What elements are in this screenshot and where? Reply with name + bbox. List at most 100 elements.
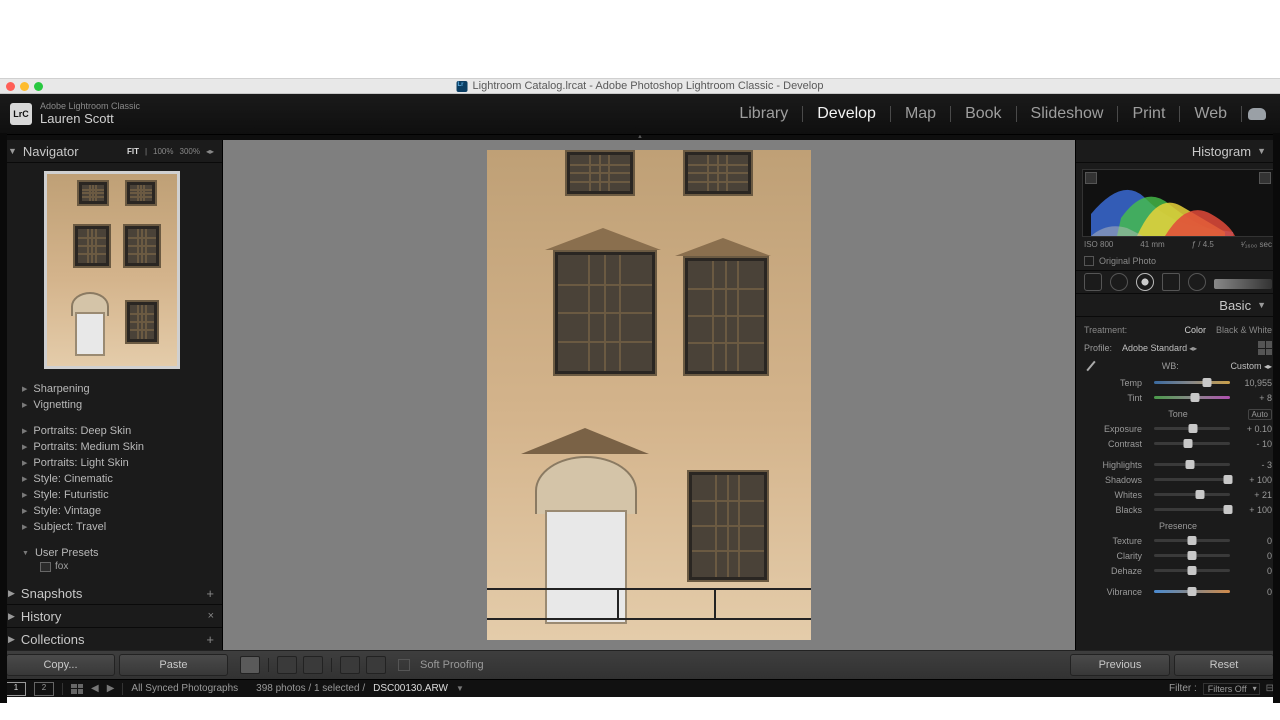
graduated-filter-icon[interactable] <box>1214 279 1272 289</box>
preset-group[interactable]: ▶Style: Cinematic <box>0 471 222 487</box>
dehaze-slider[interactable] <box>1154 569 1230 572</box>
contrast-slider[interactable] <box>1154 442 1230 445</box>
nav-back-icon[interactable]: ◀ <box>91 683 99 694</box>
cloud-sync-icon[interactable] <box>1248 108 1266 120</box>
preset-group[interactable]: ▶Style: Vintage <box>0 503 222 519</box>
image-canvas[interactable] <box>223 140 1075 650</box>
spot-removal-tool-icon[interactable] <box>1110 273 1128 291</box>
vibrance-slider[interactable] <box>1154 590 1230 593</box>
profile-row[interactable]: Profile: Adobe Standard ◂▸ <box>1084 339 1272 357</box>
module-book[interactable]: Book <box>951 105 1015 123</box>
treatment-row: Treatment: Color Black & White <box>1084 321 1272 339</box>
temp-slider[interactable] <box>1154 381 1230 384</box>
histogram-display[interactable] <box>1082 169 1274 237</box>
blacks-slider[interactable] <box>1154 508 1230 511</box>
grid-view-icon[interactable] <box>71 684 83 694</box>
left-panel-edge[interactable] <box>0 133 7 703</box>
exposure-slider[interactable] <box>1154 427 1230 430</box>
module-library[interactable]: Library <box>725 105 802 123</box>
filmstrip-count: 398 photos / 1 selected / <box>256 683 365 694</box>
snapshots-header[interactable]: ▶Snapshots+ <box>0 582 222 605</box>
preset-group[interactable]: ▶Vignetting <box>0 397 222 413</box>
filmstrip-bar: 1 2 ◀ ▶ All Synced Photographs 398 photo… <box>0 679 1280 697</box>
survey-view-button[interactable] <box>366 656 386 674</box>
navigator-title: Navigator <box>23 144 79 159</box>
history-header[interactable]: ▶History× <box>0 605 222 628</box>
nav-forward-icon[interactable]: ▶ <box>107 683 115 694</box>
add-snapshot-icon[interactable]: + <box>206 586 214 601</box>
window-minimize-traffic-light[interactable] <box>20 82 29 91</box>
preset-group[interactable]: ▶Portraits: Deep Skin <box>0 423 222 439</box>
preview-image <box>487 150 811 640</box>
preset-group-user[interactable]: ▼User Presets <box>0 545 222 561</box>
module-slideshow[interactable]: Slideshow <box>1017 105 1118 123</box>
texture-slider[interactable] <box>1154 539 1230 542</box>
user-name: Lauren Scott <box>40 112 140 126</box>
highlights-slider[interactable] <box>1154 463 1230 466</box>
histogram-header[interactable]: Histogram▼ <box>1076 140 1280 163</box>
filter-label: Filter : <box>1169 683 1197 694</box>
wb-eyedropper-icon[interactable] <box>1084 359 1098 373</box>
clear-history-icon[interactable]: × <box>208 610 214 622</box>
treatment-color[interactable]: Color <box>1184 325 1206 335</box>
original-photo-toggle[interactable]: Original Photo <box>1076 254 1280 270</box>
filter-dropdown[interactable]: Filters Off <box>1203 683 1260 695</box>
tint-slider[interactable] <box>1154 396 1230 399</box>
preset-group[interactable]: ▶Subject: Travel <box>0 519 222 535</box>
shadows-slider[interactable] <box>1154 478 1230 481</box>
navigator-header[interactable]: ▼ Navigator FIT | 100% 300% ◂▸ <box>0 140 222 163</box>
whites-slider[interactable] <box>1154 493 1230 496</box>
collections-header[interactable]: ▶Collections+ <box>0 628 222 650</box>
navigator-thumbnail[interactable] <box>44 171 180 369</box>
identity-plate: LrC Adobe Lightroom Classic Lauren Scott… <box>0 94 1280 135</box>
loupe-view-button[interactable] <box>240 656 260 674</box>
filmstrip-source[interactable]: All Synced Photographs <box>131 683 238 694</box>
module-develop[interactable]: Develop <box>803 105 890 123</box>
histogram-metadata: ISO 800 41 mm ƒ / 4.5 ¹⁄₁₆₀₀ sec <box>1082 237 1274 252</box>
previous-button[interactable]: Previous <box>1070 654 1170 676</box>
presets-panel: ▶Sharpening ▶Vignetting ▶Portraits: Deep… <box>0 377 222 582</box>
preset-group[interactable]: ▶Sharpening <box>0 381 222 397</box>
module-print[interactable]: Print <box>1118 105 1179 123</box>
compare-view-button[interactable] <box>340 656 360 674</box>
preset-item[interactable]: fox <box>0 561 222 572</box>
reset-button[interactable]: Reset <box>1174 654 1274 676</box>
filmstrip-filename[interactable]: DSC00130.ARW <box>373 683 448 694</box>
basic-panel-header[interactable]: Basic▼ <box>1076 294 1280 317</box>
right-panel-edge[interactable] <box>1273 133 1280 703</box>
redeye-tool-icon[interactable] <box>1162 273 1180 291</box>
masking-tool-icon[interactable] <box>1136 273 1154 291</box>
primary-display-button[interactable]: 1 <box>6 682 26 696</box>
navigator-zoom-controls[interactable]: FIT | 100% 300% ◂▸ <box>127 147 214 156</box>
clarity-slider[interactable] <box>1154 554 1230 557</box>
preset-group[interactable]: ▶Style: Futuristic <box>0 487 222 503</box>
preset-group[interactable]: ▶Portraits: Light Skin <box>0 455 222 471</box>
module-picker: Library Develop Map Book Slideshow Print… <box>725 105 1270 123</box>
app-icon <box>457 81 468 92</box>
auto-tone-button[interactable]: Auto <box>1248 409 1272 420</box>
preset-group[interactable]: ▶Portraits: Medium Skin <box>0 439 222 455</box>
window-close-traffic-light[interactable] <box>6 82 15 91</box>
checkbox-icon <box>1084 256 1094 266</box>
secondary-display-button[interactable]: 2 <box>34 682 54 696</box>
copy-settings-button[interactable]: Copy... <box>6 654 115 676</box>
left-panel: ▼ Navigator FIT | 100% 300% ◂▸ <box>0 140 223 650</box>
profile-browser-icon[interactable] <box>1258 341 1272 355</box>
bottom-toolbar: Copy... Paste Soft Proofing Previous Res… <box>0 650 1280 679</box>
paste-settings-button[interactable]: Paste <box>119 654 228 676</box>
disclosure-triangle-icon: ▼ <box>8 146 17 156</box>
window-title: Lightroom Catalog.lrcat - Adobe Photosho… <box>473 80 824 92</box>
soft-proof-checkbox[interactable] <box>398 659 410 671</box>
radial-tool-icon[interactable] <box>1188 273 1206 291</box>
before-after-lr-button[interactable] <box>277 656 297 674</box>
wb-dropdown[interactable]: Custom ◂▸ <box>1230 361 1272 371</box>
module-map[interactable]: Map <box>891 105 950 123</box>
treatment-bw[interactable]: Black & White <box>1216 325 1272 335</box>
add-collection-icon[interactable]: + <box>206 632 214 647</box>
before-after-tb-button[interactable] <box>303 656 323 674</box>
crop-tool-icon[interactable] <box>1084 273 1102 291</box>
window-zoom-traffic-light[interactable] <box>34 82 43 91</box>
lightroom-logo: LrC <box>10 103 32 125</box>
module-web[interactable]: Web <box>1180 105 1241 123</box>
develop-toolstrip <box>1076 270 1280 294</box>
